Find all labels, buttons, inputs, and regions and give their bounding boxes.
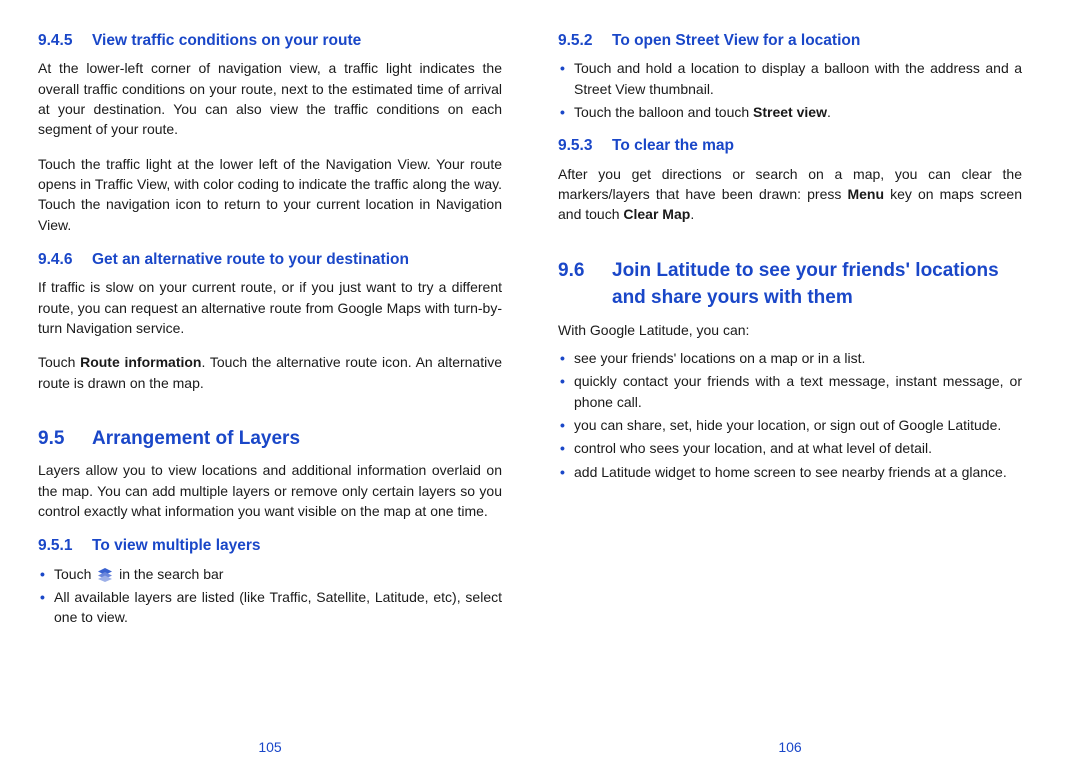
heading-952: 9.5.2 To open Street View for a location [558, 30, 1022, 52]
list-item: quickly contact your friends with a text… [558, 371, 1022, 412]
list-item: you can share, set, hide your location, … [558, 415, 1022, 435]
bold-text: Menu [847, 186, 884, 202]
heading-945: 9.4.5 View traffic conditions on your ro… [38, 30, 502, 52]
bullet-list: Touch and hold a location to display a b… [558, 58, 1022, 125]
para: Touch the traffic light at the lower lef… [38, 154, 502, 235]
heading-title: Get an alternative route to your destina… [92, 249, 409, 271]
heading-title: Arrangement of Layers [92, 425, 300, 453]
bold-text: Street view [753, 104, 827, 120]
heading-951: 9.5.1 To view multiple layers [38, 535, 502, 557]
heading-title: To view multiple layers [92, 535, 261, 557]
list-item: Touch in the search bar [38, 564, 502, 584]
para: At the lower-left corner of navigation v… [38, 58, 502, 139]
layers-icon [97, 568, 113, 582]
heading-number: 9.5.2 [558, 30, 612, 52]
list-item: All available layers are listed (like Tr… [38, 587, 502, 628]
list-item: control who sees your location, and at w… [558, 438, 1022, 458]
heading-946: 9.4.6 Get an alternative route to your d… [38, 249, 502, 271]
para: Layers allow you to view locations and a… [38, 460, 502, 521]
page-left: 9.4.5 View traffic conditions on your ro… [10, 30, 530, 767]
heading-95: 9.5 Arrangement of Layers [38, 425, 502, 453]
list-item: Touch and hold a location to display a b… [558, 58, 1022, 99]
heading-number: 9.5.1 [38, 535, 92, 557]
heading-number: 9.5.3 [558, 135, 612, 157]
para: With Google Latitude, you can: [558, 320, 1022, 340]
heading-953: 9.5.3 To clear the map [558, 135, 1022, 157]
heading-number: 9.6 [558, 257, 612, 312]
page-number: 105 [10, 737, 530, 757]
bold-text: Clear Map [623, 206, 690, 222]
heading-title: Join Latitude to see your friends' locat… [612, 257, 1022, 312]
list-item: Touch the balloon and touch Street view. [558, 102, 1022, 122]
heading-number: 9.4.6 [38, 249, 92, 271]
para: Touch Route information. Touch the alter… [38, 352, 502, 393]
list-item: see your friends' locations on a map or … [558, 348, 1022, 368]
heading-96: 9.6 Join Latitude to see your friends' l… [558, 257, 1022, 312]
heading-title: To clear the map [612, 135, 734, 157]
page-right: 9.5.2 To open Street View for a location… [530, 30, 1050, 767]
heading-number: 9.5 [38, 425, 92, 453]
list-item: add Latitude widget to home screen to se… [558, 462, 1022, 482]
bold-text: Route information [80, 354, 201, 370]
bullet-list: Touch in the search bar All available la… [38, 564, 502, 631]
para: After you get directions or search on a … [558, 164, 1022, 225]
page-number: 106 [530, 737, 1050, 757]
heading-number: 9.4.5 [38, 30, 92, 52]
para: If traffic is slow on your current route… [38, 277, 502, 338]
heading-title: To open Street View for a location [612, 30, 860, 52]
heading-title: View traffic conditions on your route [92, 30, 361, 52]
bullet-list: see your friends' locations on a map or … [558, 348, 1022, 485]
